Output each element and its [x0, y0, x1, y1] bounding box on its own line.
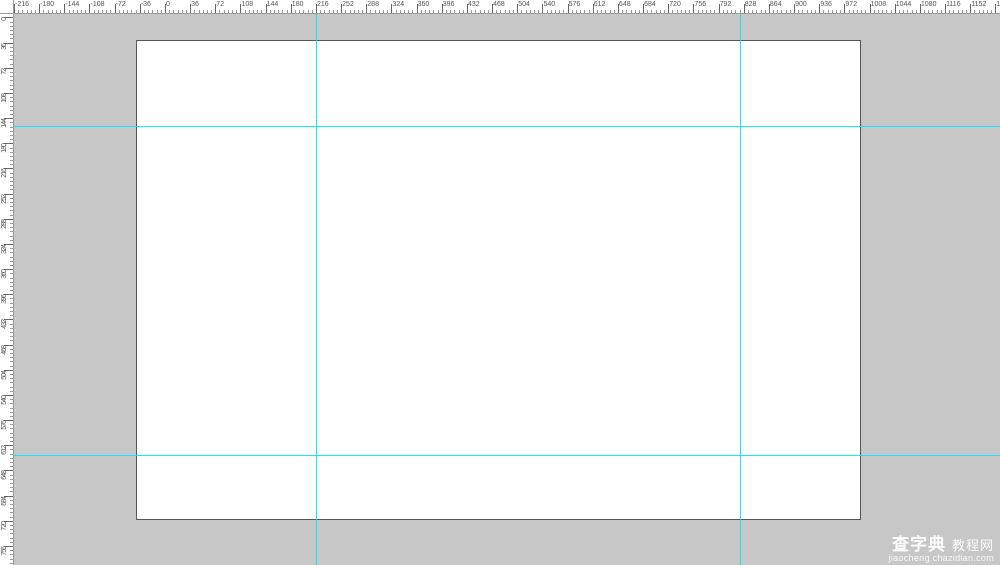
- guide-horizontal[interactable]: [14, 126, 1000, 127]
- ruler-horizontal[interactable]: -216-180-144-108-72-36036721081441802162…: [14, 0, 1000, 14]
- guide-horizontal[interactable]: [14, 455, 1000, 456]
- watermark: 查字典教程网 jiaocheng.chazidian.com: [889, 530, 994, 563]
- watermark-section: 教程网: [952, 538, 994, 553]
- watermark-url: jiaocheng.chazidian.com: [889, 553, 994, 563]
- guide-vertical[interactable]: [316, 14, 317, 565]
- watermark-brand: 查字典: [892, 535, 946, 554]
- ruler-corner[interactable]: [0, 0, 14, 14]
- ruler-vertical[interactable]: 0367210814418021625228832436039643246850…: [0, 14, 14, 565]
- guide-vertical[interactable]: [740, 14, 741, 565]
- editor-workspace: -216-180-144-108-72-36036721081441802162…: [0, 0, 1000, 565]
- canvas-artboard[interactable]: [136, 40, 861, 520]
